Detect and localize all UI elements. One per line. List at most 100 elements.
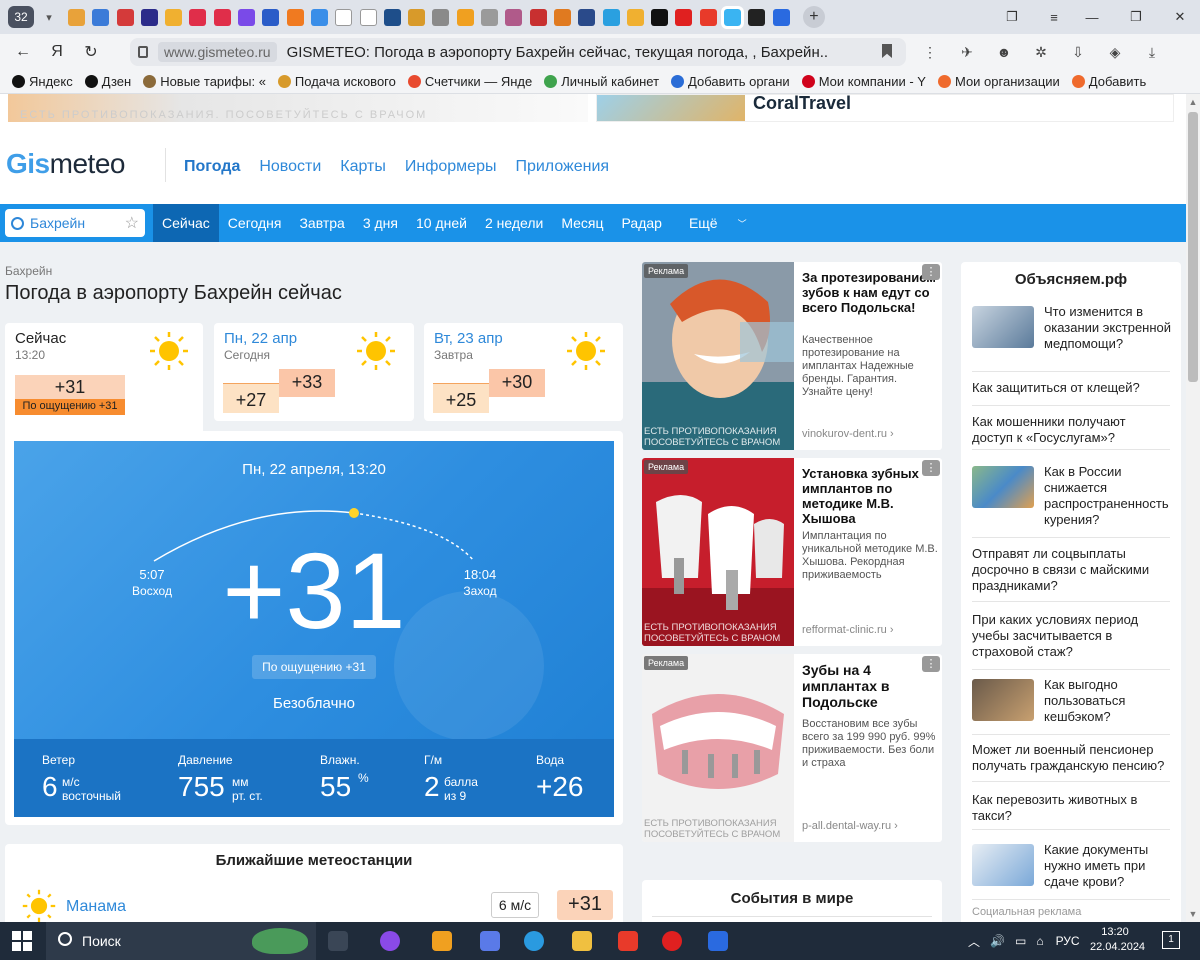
url-field[interactable]: www.gismeteo.ru GISMETEO: Погода в аэроп…: [130, 38, 906, 66]
tab-favicon[interactable]: [748, 8, 766, 26]
store-icon[interactable]: [432, 931, 452, 951]
more-icon[interactable]: ⋮: [922, 656, 940, 672]
tab-favicon[interactable]: [481, 8, 499, 26]
extension-icon[interactable]: ☻: [994, 42, 1014, 62]
tab-favicon[interactable]: [408, 8, 426, 26]
tab-favicon-active[interactable]: [721, 5, 745, 29]
tab-favicon[interactable]: [213, 8, 231, 26]
tab-favicon[interactable]: [505, 8, 523, 26]
ad-card[interactable]: Реклама ЕСТЬ ПРОТИВОПОКАЗАНИЯ ПОСОВЕТУЙТ…: [642, 654, 942, 842]
explain-item[interactable]: Какие документы нужно иметь при сдаче кр…: [972, 842, 1170, 900]
bookmark-item[interactable]: Яндекс: [12, 74, 73, 89]
nav-maps[interactable]: Карты: [340, 158, 386, 176]
nav-weather[interactable]: Погода: [184, 158, 240, 176]
tab-favicon[interactable]: [578, 8, 596, 26]
nav-news[interactable]: Новости: [259, 158, 321, 176]
station-link[interactable]: Манама: [66, 898, 126, 916]
bookmark-item[interactable]: Счетчики — Янде: [407, 74, 532, 89]
puzzle-icon[interactable]: ✲: [1031, 42, 1051, 62]
tab-favicon[interactable]: [68, 8, 85, 26]
ad-title[interactable]: За протезированием зубов к нам едут со в…: [802, 270, 940, 315]
tab-favicon[interactable]: [335, 8, 353, 26]
bookmark-item[interactable]: Новые тарифы: «: [143, 74, 266, 89]
tab-favicon[interactable]: [529, 8, 547, 26]
tab-favicon[interactable]: [140, 8, 158, 26]
ad-card[interactable]: Реклама ЕСТЬ ПРОТИВОПОКАЗАНИЯ ПОСОВЕТУЙТ…: [642, 458, 942, 646]
extension-icon[interactable]: ✈: [957, 42, 977, 62]
bookmark-icon[interactable]: [882, 44, 892, 58]
menu-icon[interactable]: ≡: [1036, 0, 1072, 34]
new-tab-button[interactable]: +: [802, 6, 825, 28]
explain-item[interactable]: Отправят ли соцвыплаты досрочно в связи …: [972, 546, 1170, 602]
ad-banner-right[interactable]: CoralTravel: [596, 94, 1174, 122]
tab-favicon[interactable]: [699, 8, 717, 26]
bookmark-item[interactable]: Подача искового: [277, 74, 396, 89]
download-icon[interactable]: ⤓: [1142, 42, 1162, 62]
scroll-up-icon[interactable]: ▲: [1188, 97, 1198, 107]
bookmark-item[interactable]: Мои компании - Y: [801, 74, 926, 89]
clock[interactable]: 13:20 22.04.2024: [1090, 925, 1145, 955]
chevron-up-icon[interactable]: ︿: [968, 933, 980, 950]
yandex-icon[interactable]: [618, 931, 638, 951]
yandex-icon[interactable]: Я: [40, 37, 74, 67]
taskbar-search[interactable]: Поиск: [46, 922, 316, 960]
scroll-down-icon[interactable]: ▼: [1188, 909, 1198, 919]
language-indicator[interactable]: РУС: [1056, 934, 1080, 948]
scroll-thumb[interactable]: [1188, 112, 1198, 382]
network-icon[interactable]: ⌂: [1036, 934, 1043, 948]
more-icon[interactable]: ⋮: [922, 264, 940, 280]
tab-radar[interactable]: Радар: [613, 204, 671, 242]
tabs-icon[interactable]: ❐: [994, 0, 1030, 34]
more-icon[interactable]: ⋮: [922, 460, 940, 476]
tab-tomorrow[interactable]: Завтра: [290, 204, 353, 242]
tab-favicon[interactable]: [189, 8, 207, 26]
tab-3-days[interactable]: 3 дня: [354, 204, 407, 242]
windows-start-icon[interactable]: [12, 931, 32, 951]
explain-item[interactable]: Может ли военный пенсионер получать граж…: [972, 742, 1170, 782]
tab-favicon[interactable]: [432, 8, 450, 26]
tab-favicon[interactable]: [626, 8, 644, 26]
alice-icon[interactable]: [380, 931, 400, 951]
tab-favicon[interactable]: [310, 8, 328, 26]
tab-today[interactable]: Сегодня: [219, 204, 291, 242]
tab-month[interactable]: Месяц: [552, 204, 612, 242]
tab-more[interactable]: Ещё ﹀: [671, 204, 765, 242]
explain-item[interactable]: Как перевозить животных в такси?: [972, 792, 1170, 830]
battery-icon[interactable]: ▭: [1015, 934, 1026, 948]
tab-favicon[interactable]: [262, 8, 280, 26]
explain-item[interactable]: Что изменится в оказании экстренной медп…: [972, 304, 1171, 372]
minimize-button[interactable]: —: [1074, 0, 1110, 34]
card-now[interactable]: Сейчас 13:20 +31 По ощущению +31: [5, 323, 203, 431]
reload-button[interactable]: ↻: [74, 37, 108, 67]
more-icon[interactable]: ⋮: [920, 42, 940, 62]
tab-favicon[interactable]: [602, 8, 620, 26]
ad-domain[interactable]: vinokurov-dent.ru ›: [802, 428, 894, 440]
nav-informers[interactable]: Информеры: [405, 158, 497, 176]
close-window-button[interactable]: ✕: [1162, 0, 1198, 34]
explain-item[interactable]: Как защититься от клещей?: [972, 380, 1170, 406]
tab-2-weeks[interactable]: 2 недели: [476, 204, 552, 242]
task-view-icon[interactable]: [328, 931, 348, 951]
ad-card[interactable]: Реклама ЕСТЬ ПРОТИВОПОКАЗАНИЯ ПОСОВЕТУЙТ…: [642, 262, 942, 450]
tab-favicon[interactable]: [116, 8, 134, 26]
tab-favicon[interactable]: [651, 8, 669, 26]
gismeteo-logo[interactable]: Gismeteo: [6, 148, 125, 180]
ad-banner-left[interactable]: ЕСТЬ ПРОТИВОПОКАЗАНИЯ. ПОСОВЕТУЙТЕСЬ С В…: [8, 94, 588, 122]
tab-now[interactable]: Сейчас: [153, 204, 219, 242]
tab-favicon[interactable]: [165, 8, 183, 26]
bookmark-item[interactable]: Добавить: [1071, 74, 1146, 89]
app-icon[interactable]: [708, 931, 728, 951]
card-tomorrow[interactable]: Вт, 23 апр Завтра +25 +30: [424, 323, 623, 421]
tab-favicon[interactable]: [383, 8, 401, 26]
volume-icon[interactable]: 🔊: [990, 934, 1005, 948]
tab-favicon[interactable]: [553, 8, 571, 26]
tab-favicon[interactable]: [456, 8, 474, 26]
city-search-input[interactable]: Бахрейн ☆: [5, 209, 145, 237]
star-icon[interactable]: ☆: [125, 213, 139, 233]
explain-item[interactable]: При каких условиях период учебы засчитыв…: [972, 612, 1170, 670]
ad-domain[interactable]: refformat-clinic.ru ›: [802, 624, 893, 636]
ad-title[interactable]: Зубы на 4 имплантах в Подольске: [802, 662, 940, 710]
top-banner-ad[interactable]: ЕСТЬ ПРОТИВОПОКАЗАНИЯ. ПОСОВЕТУЙТЕСЬ С В…: [0, 94, 1186, 126]
card-today[interactable]: Пн, 22 апр Сегодня +27 +33: [214, 323, 414, 421]
explain-item[interactable]: Как мошенники получают доступ к «Госуслу…: [972, 414, 1170, 450]
